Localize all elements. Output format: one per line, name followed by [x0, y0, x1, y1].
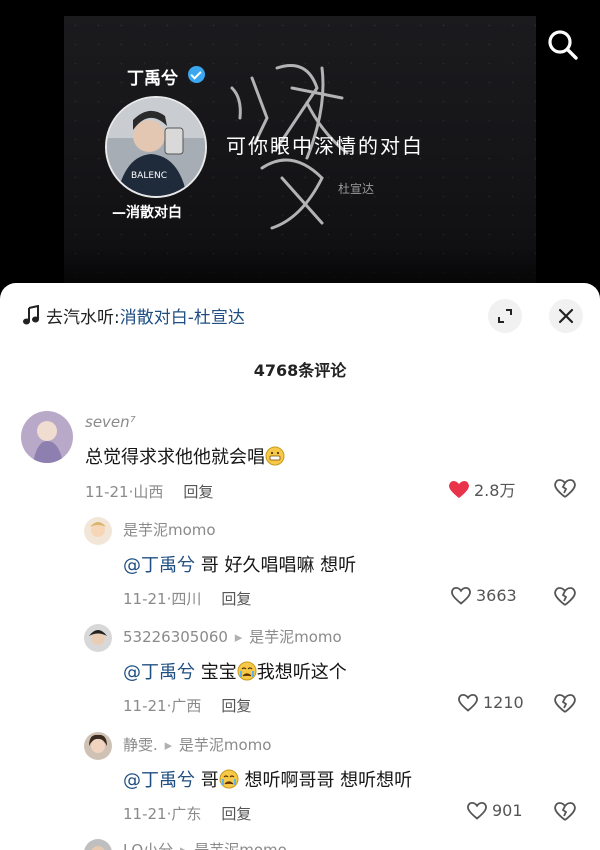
- heart-outline-icon: [451, 587, 471, 605]
- avatar-image: [84, 732, 112, 760]
- like-count: 3663: [476, 585, 517, 605]
- music-link-title[interactable]: 消散对白-杜宣达: [120, 303, 245, 328]
- avatar-image: [84, 839, 112, 850]
- comment-username: 静雯. ▸ 是芋泥momo: [123, 734, 271, 755]
- close-icon: [558, 308, 574, 324]
- like-button[interactable]: 1210: [457, 692, 524, 712]
- comment-text: @丁禹兮 宝宝 我想听这个: [123, 658, 347, 684]
- dislike-button[interactable]: [554, 585, 576, 611]
- heart-filled-icon: [449, 481, 469, 498]
- reply-to-username[interactable]: 是芋泥momo: [179, 736, 272, 754]
- comment-body: 哥 好久唱唱嘛 想听: [195, 555, 357, 576]
- avatar[interactable]: [84, 839, 112, 850]
- avatar[interactable]: [21, 411, 73, 463]
- reply-arrow-icon: ▸: [234, 628, 243, 646]
- comment-meta: 11-21·广东 回复: [123, 803, 251, 824]
- song-tag: —消散对白: [112, 205, 182, 221]
- comment-body-tail: 我想听这个: [256, 662, 347, 683]
- comment-date: 11-21·山西: [85, 483, 164, 501]
- search-button[interactable]: [544, 26, 582, 64]
- like-count: 901: [492, 800, 523, 820]
- avatar-image: [84, 624, 112, 652]
- artist-photo: BALENC: [107, 98, 205, 196]
- calligraphy-artist: 杜宣达: [338, 182, 375, 196]
- username[interactable]: 53226305060: [123, 628, 228, 646]
- crying-emoji-icon: [237, 661, 257, 681]
- mention-link[interactable]: @丁禹兮: [123, 555, 195, 576]
- comment-date: 11-21·广东: [123, 805, 202, 823]
- comment-text: @丁禹兮 哥 想听啊哥哥 想听想听: [123, 766, 412, 792]
- comment-meta: 11-21·广西 回复: [123, 695, 251, 716]
- mention-link[interactable]: @丁禹兮: [123, 770, 195, 791]
- username[interactable]: LQ小分: [123, 841, 173, 850]
- comment-username[interactable]: 是芋泥momo: [123, 519, 216, 540]
- like-button[interactable]: 901: [466, 800, 523, 820]
- avatar[interactable]: [84, 624, 112, 652]
- comment-count: 4768条评论: [253, 361, 347, 380]
- comment-username: LQ小分 ▸ 是芋泥momo: [123, 839, 287, 850]
- heart-outline-icon: [458, 694, 478, 712]
- comment-username[interactable]: seven⁷: [85, 413, 136, 431]
- comment-text: @丁禹兮 哥 好久唱唱嘛 想听: [123, 551, 356, 577]
- video-player[interactable]: 杜宣达 丁禹兮 BALENC —消散对白 可你眼中深情的对白: [0, 0, 600, 290]
- comment-text: 总觉得求求他他就会唱: [85, 443, 285, 469]
- reply-button[interactable]: 回复: [221, 805, 251, 823]
- broken-heart-icon: [554, 479, 576, 498]
- heart-outline-icon: [467, 802, 487, 820]
- comment-body-tail: 想听啊哥哥 想听想听: [238, 770, 413, 791]
- username[interactable]: 静雯.: [123, 736, 158, 754]
- avatar-image: [21, 411, 73, 463]
- comment-body: 宝宝: [195, 662, 237, 683]
- avatar-image: [84, 517, 112, 545]
- reply-arrow-icon: ▸: [179, 841, 188, 850]
- avatar[interactable]: [84, 517, 112, 545]
- close-button[interactable]: [549, 299, 583, 333]
- comment-sheet: 去汽水听: 消散对白-杜宣达 4768条评论 seven⁷ 总觉得求求他他就会唱: [0, 283, 600, 850]
- expand-icon: [498, 309, 512, 323]
- comment-meta: 11-21·山西 回复: [85, 481, 213, 502]
- comment-body: 哥: [195, 770, 219, 791]
- broken-heart-icon: [554, 802, 576, 821]
- expand-button[interactable]: [488, 299, 522, 333]
- comment-body: 总觉得求求他他就会唱: [85, 447, 265, 468]
- like-count: 1210: [483, 692, 524, 712]
- comment-meta: 11-21·四川 回复: [123, 588, 251, 609]
- crying-emoji-icon: [219, 769, 239, 789]
- like-count: 2.8万: [474, 481, 516, 500]
- comment-date: 11-21·四川: [123, 590, 202, 608]
- reply-button[interactable]: 回复: [221, 697, 251, 715]
- lyric-subtitle: 可你眼中深情的对白: [226, 134, 424, 158]
- video-horizon: [64, 246, 536, 286]
- dislike-button[interactable]: [554, 692, 576, 718]
- grinning-emoji-icon: [265, 446, 285, 466]
- broken-heart-icon: [554, 694, 576, 713]
- mention-link[interactable]: @丁禹兮: [123, 662, 195, 683]
- like-button[interactable]: 3663: [450, 585, 517, 605]
- comment-date: 11-21·广西: [123, 697, 202, 715]
- reply-to-username[interactable]: 是芋泥momo: [194, 841, 287, 850]
- music-link[interactable]: 去汽水听: 消散对白-杜宣达: [22, 303, 245, 328]
- avatar[interactable]: [84, 732, 112, 760]
- reply-to-username[interactable]: 是芋泥momo: [249, 628, 342, 646]
- music-note-icon: [23, 304, 39, 324]
- like-button[interactable]: 2.8万: [448, 477, 515, 501]
- search-icon: [548, 30, 578, 60]
- reply-button[interactable]: 回复: [183, 483, 213, 501]
- reply-arrow-icon: ▸: [164, 736, 173, 754]
- broken-heart-icon: [554, 587, 576, 606]
- dislike-button[interactable]: [554, 800, 576, 826]
- artist-name[interactable]: 丁禹兮: [127, 64, 178, 89]
- comment-username: 53226305060 ▸ 是芋泥momo: [123, 626, 342, 647]
- verified-badge-icon: [188, 66, 205, 83]
- dislike-button[interactable]: [554, 477, 576, 503]
- svg-text:BALENC: BALENC: [131, 171, 167, 181]
- reply-button[interactable]: 回复: [221, 590, 251, 608]
- artist-avatar[interactable]: BALENC: [105, 96, 207, 198]
- music-link-prefix: 去汽水听:: [46, 308, 120, 328]
